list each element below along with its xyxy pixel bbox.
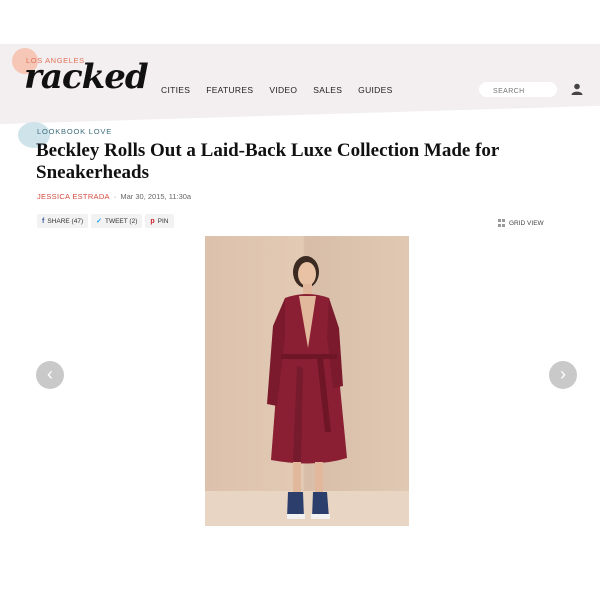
nav-item-sales[interactable]: SALES (313, 85, 342, 95)
twitter-share-label: TWEET (2) (104, 217, 138, 225)
search-input[interactable] (479, 82, 557, 97)
nav-item-features[interactable]: FEATURES (206, 85, 253, 95)
pinterest-icon: p (150, 217, 155, 225)
byline: JESSICA ESTRADA · Mar 30, 2015, 11:30a (37, 192, 191, 201)
article-kicker[interactable]: LOOKBOOK LOVE (37, 127, 112, 136)
nav-item-cities[interactable]: CITIES (161, 85, 190, 95)
pinterest-share-label: PIN (157, 217, 169, 225)
twitter-share-button[interactable]: ✓ TWEET (2) (91, 214, 143, 228)
publish-date: Mar 30, 2015, 11:30a (120, 192, 192, 201)
article-title: Beckley Rolls Out a Laid-Back Luxe Colle… (36, 140, 500, 183)
nav-item-video[interactable]: VIDEO (269, 85, 297, 95)
grid-view-button[interactable]: GRID VIEW (498, 219, 544, 227)
author-link[interactable]: JESSICA ESTRADA (37, 192, 110, 201)
facebook-share-label: SHARE (47) (47, 217, 84, 225)
twitter-icon: ✓ (96, 218, 102, 225)
user-icon[interactable] (571, 83, 583, 95)
byline-separator: · (113, 192, 117, 201)
next-slide-button[interactable]: › (549, 361, 577, 389)
grid-view-label: GRID VIEW (509, 219, 544, 227)
gallery-photo (205, 236, 409, 526)
model-illustration (205, 256, 409, 526)
grid-icon (498, 219, 506, 227)
facebook-share-button[interactable]: f SHARE (47) (37, 214, 89, 228)
site-logo[interactable]: racked (24, 60, 149, 94)
header-angled-edge (0, 98, 600, 124)
main-nav: CITIES FEATURES VIDEO SALES GUIDES (161, 85, 393, 95)
nav-item-guides[interactable]: GUIDES (358, 85, 392, 95)
pinterest-share-button[interactable]: p PIN (145, 214, 174, 228)
facebook-icon: f (42, 217, 45, 225)
share-buttons: f SHARE (47) ✓ TWEET (2) p PIN (37, 214, 174, 228)
prev-slide-button[interactable]: ‹ (36, 361, 64, 389)
